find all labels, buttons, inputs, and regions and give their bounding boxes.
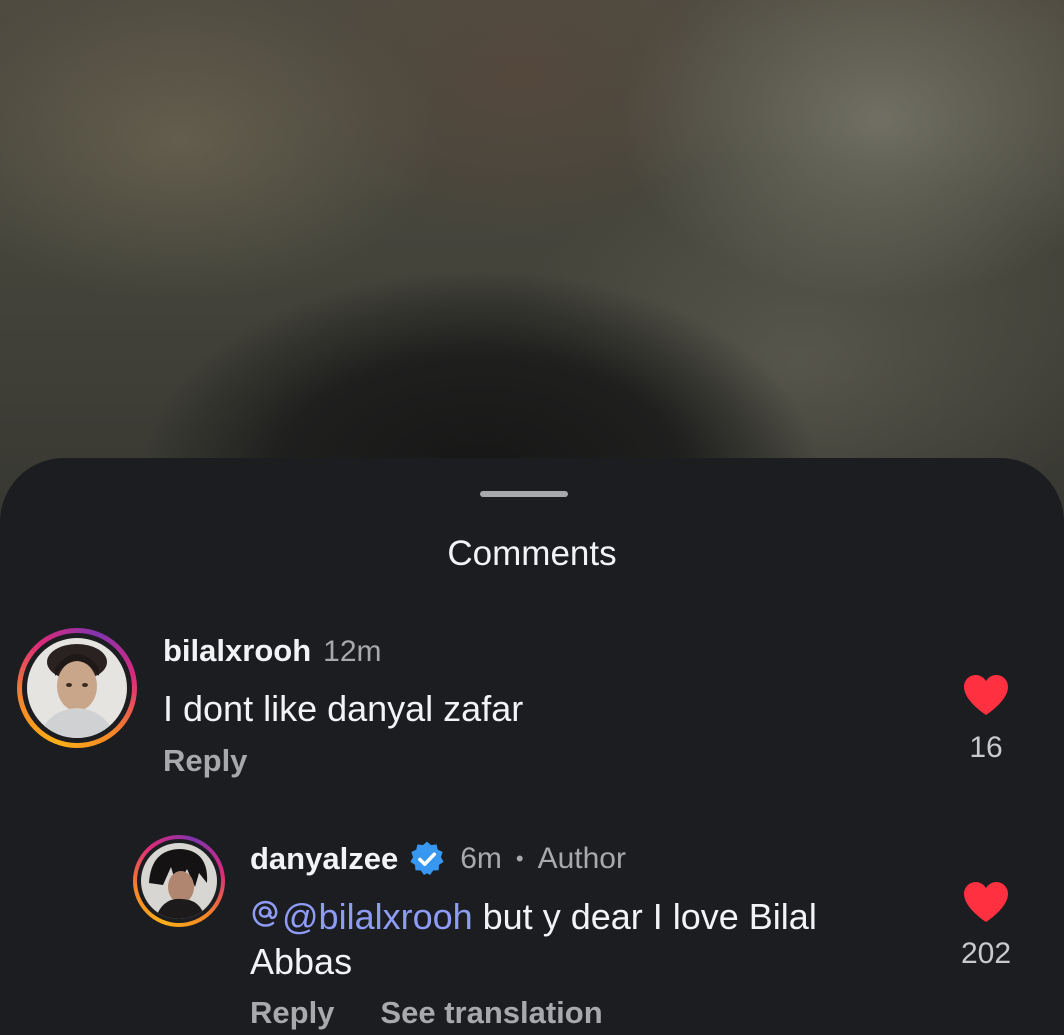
avatar[interactable] [17,628,137,748]
reply-time: 6m [460,842,502,875]
reply-text-line-2: Abbas [250,941,353,982]
meta-separator: • [515,846,524,871]
comments-title: Comments [447,534,617,573]
avatar[interactable] [133,835,225,927]
comment-time: 12m [323,635,382,668]
sheet-drag-handle[interactable] [480,491,568,497]
comment-text: I dont like danyal zafar [163,688,524,729]
mention-link[interactable]: @bilalxrooh [250,894,473,939]
like-button[interactable] [962,673,1010,717]
heart-icon [964,882,1008,922]
author-label: Author [537,842,626,875]
like-count: 202 [960,937,1012,970]
reply-button[interactable]: Reply [163,743,247,779]
reply-button[interactable]: Reply [250,995,334,1031]
threads-at-icon [250,894,280,927]
like-button[interactable] [962,880,1010,924]
see-translation-button[interactable]: See translation [380,995,602,1031]
reply-text: but y dear I love Bilal [472,896,817,937]
like-count: 16 [969,731,1003,764]
avatar-photo [141,843,217,919]
post-media-background [0,0,1064,520]
reply-text-line-1: @bilalxrooh but y dear I love Bilal [250,894,817,939]
avatar-photo [27,638,127,738]
reply-username[interactable]: danyalzee [250,841,398,877]
comment-username[interactable]: bilalxrooh [163,633,311,669]
verified-badge-icon [408,840,446,878]
heart-icon [964,675,1008,715]
